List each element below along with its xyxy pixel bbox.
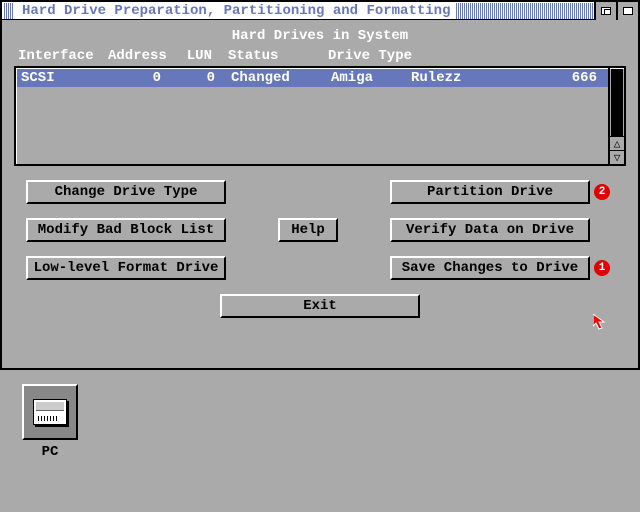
scroll-thumb[interactable] <box>611 69 623 137</box>
drive-panel: Hard Drives in System Interface Address … <box>14 26 626 64</box>
titlebar-grip <box>4 3 14 19</box>
header-interface: Interface <box>18 48 108 64</box>
button-area: Change Drive Type Partition Drive 2 Modi… <box>26 180 614 280</box>
desktop-icon-label: PC <box>22 444 78 460</box>
exit-button[interactable]: Exit <box>220 294 420 318</box>
cell-drivetype: Amiga Rulezz 666 <box>331 70 604 86</box>
scroll-up-icon[interactable]: △ <box>610 136 624 150</box>
cell-status: Changed <box>231 70 331 86</box>
scroll-track[interactable] <box>610 68 624 136</box>
column-headers: Interface Address LUN Status Drive Type <box>14 48 626 64</box>
drive-list[interactable]: SCSI 0 0 Changed Amiga Rulezz 666 <box>16 68 608 164</box>
titlebar-fill <box>456 3 594 19</box>
zoom-button[interactable] <box>594 2 616 20</box>
drive-row[interactable]: SCSI 0 0 Changed Amiga Rulezz 666 <box>17 69 608 87</box>
modify-bad-block-button[interactable]: Modify Bad Block List <box>26 218 226 242</box>
help-button[interactable]: Help <box>278 218 338 242</box>
badge-save: 1 <box>594 260 610 276</box>
cell-lun: 0 <box>181 70 231 86</box>
scrollbar: △ ▽ <box>608 68 624 164</box>
cell-address: 0 <box>111 70 181 86</box>
hard-drive-icon <box>22 384 78 440</box>
desktop-icon-pc[interactable]: PC <box>22 384 78 460</box>
change-drive-type-button[interactable]: Change Drive Type <box>26 180 226 204</box>
partition-drive-button[interactable]: Partition Drive <box>390 180 590 204</box>
panel-heading: Hard Drives in System <box>14 26 626 46</box>
header-lun: LUN <box>178 48 228 64</box>
header-status: Status <box>228 48 328 64</box>
drive-listbox: SCSI 0 0 Changed Amiga Rulezz 666 △ ▽ <box>14 66 626 166</box>
exit-row: Exit <box>2 294 638 318</box>
scroll-down-icon[interactable]: ▽ <box>610 150 624 164</box>
cell-interface: SCSI <box>21 70 111 86</box>
low-level-format-button[interactable]: Low-level Format Drive <box>26 256 226 280</box>
badge-partition: 2 <box>594 184 610 200</box>
header-address: Address <box>108 48 178 64</box>
window-title: Hard Drive Preparation, Partitioning and… <box>16 3 456 19</box>
titlebar[interactable]: Hard Drive Preparation, Partitioning and… <box>2 2 638 20</box>
header-drivetype: Drive Type <box>328 48 622 64</box>
depth-button[interactable] <box>616 2 638 20</box>
verify-data-button[interactable]: Verify Data on Drive <box>390 218 590 242</box>
save-changes-button[interactable]: Save Changes to Drive <box>390 256 590 280</box>
app-window: Hard Drive Preparation, Partitioning and… <box>0 0 640 370</box>
